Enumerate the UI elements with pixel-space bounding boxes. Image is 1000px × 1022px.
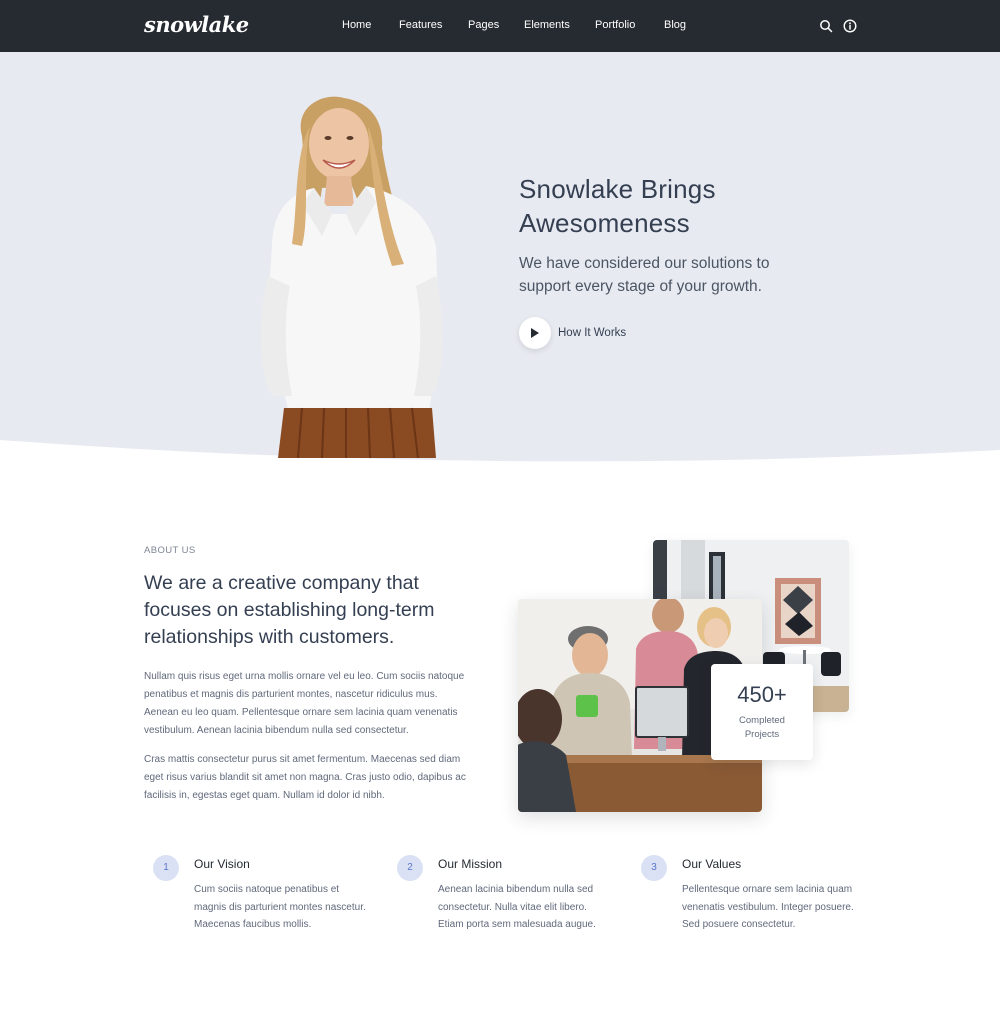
hero-title-line-1: Snowlake Brings (519, 174, 716, 204)
feature-number-badge: 3 (641, 855, 667, 881)
info-icon[interactable] (843, 19, 857, 33)
feature-number-badge: 2 (397, 855, 423, 881)
feature-mission: 2 Our Mission Aenean lacinia bibendum nu… (397, 855, 617, 945)
about-eyebrow: ABOUT US (144, 545, 196, 556)
search-icon[interactable] (819, 19, 833, 33)
hero-lead: We have considered our solutions to supp… (519, 255, 770, 295)
about-paragraph-1: Nullam quis risus eget urna mollis ornar… (144, 671, 465, 736)
stat-label: Completed Projects (711, 714, 813, 742)
feature-text: Cum sociis natoque penatibus et magnis d… (194, 884, 366, 930)
feature-vision: 1 Our Vision Cum sociis natoque penatibu… (153, 855, 373, 945)
play-icon (531, 328, 539, 338)
nav-item-blog[interactable]: Blog (664, 19, 686, 31)
hero-title-line-2: Awesomeness (519, 208, 690, 238)
hero-person-image (260, 96, 443, 458)
nav-item-home[interactable]: Home (342, 19, 371, 31)
stat-card: 450+ Completed Projects (711, 664, 813, 760)
how-it-works-link[interactable]: How It Works (558, 327, 626, 339)
nav-item-elements[interactable]: Elements (524, 19, 570, 31)
top-navbar: snowlake Home Features Pages Elements Po… (0, 0, 1000, 52)
feature-text: Pellentesque ornare sem lacinia quam ven… (682, 884, 854, 930)
stat-number: 450+ (737, 682, 787, 707)
play-button[interactable] (519, 317, 551, 349)
feature-title: Our Values (682, 857, 742, 871)
hero-bottom-curve (0, 440, 1000, 462)
about-paragraph-2: Cras mattis consectetur purus sit amet f… (144, 754, 466, 801)
feature-title: Our Vision (194, 857, 250, 871)
hero-section: Snowlake Brings Awesomeness We have cons… (0, 52, 1000, 462)
feature-number-badge: 1 (153, 855, 179, 881)
hero-title: Snowlake Brings Awesomeness (519, 172, 839, 240)
nav-item-features[interactable]: Features (399, 19, 442, 31)
feature-values: 3 Our Values Pellentesque ornare sem lac… (641, 855, 861, 945)
nav-item-portfolio[interactable]: Portfolio (595, 19, 635, 31)
stat-label-line-2: Projects (744, 729, 780, 740)
feature-title: Our Mission (438, 857, 503, 871)
stat-label-line-1: Completed (739, 715, 785, 726)
about-title: We are a creative company that focuses o… (144, 572, 435, 648)
nav-item-pages[interactable]: Pages (468, 19, 499, 31)
feature-text: Aenean lacinia bibendum nulla sed consec… (438, 884, 596, 930)
